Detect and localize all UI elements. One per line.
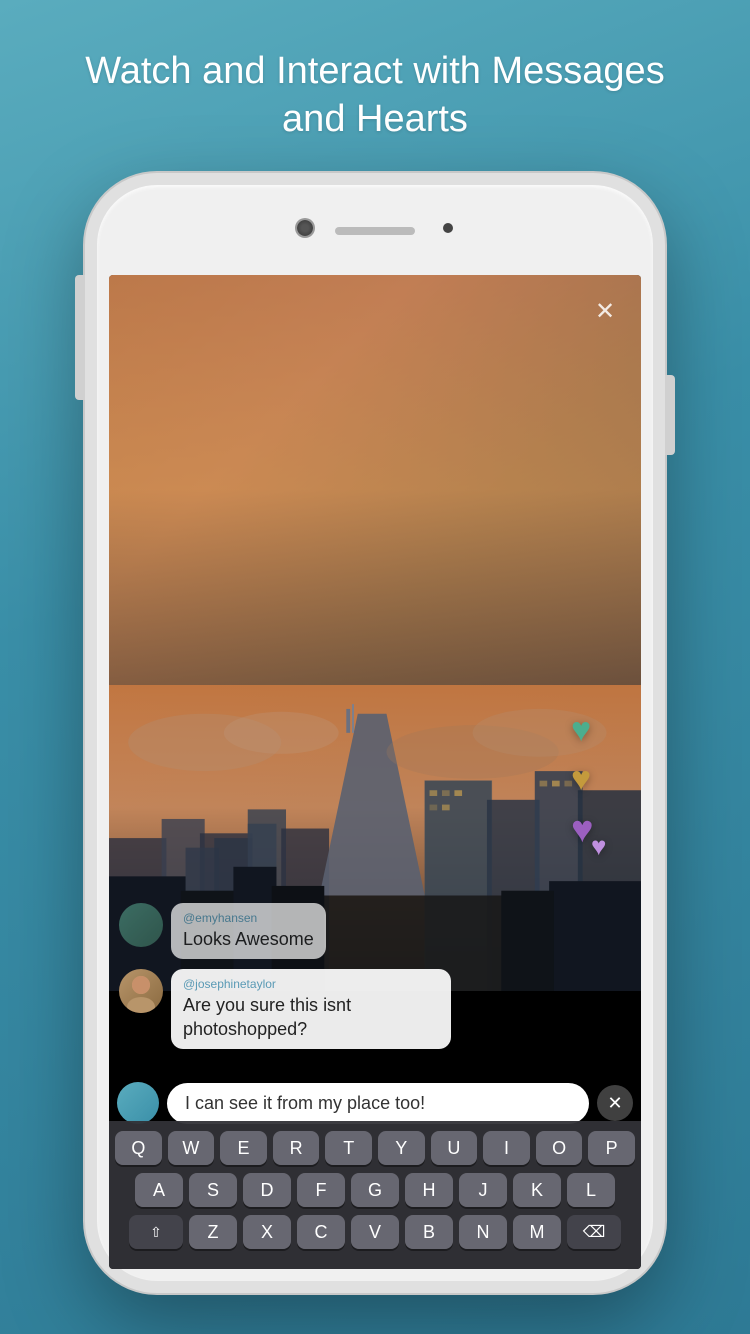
keyboard-row-2: A S D F G H J K L [115, 1173, 635, 1207]
key-D[interactable]: D [243, 1173, 291, 1207]
heart-purple-small[interactable]: ♥ [591, 831, 606, 862]
key-backspace[interactable]: ⌫ [567, 1215, 621, 1249]
key-A[interactable]: A [135, 1173, 183, 1207]
speaker [335, 227, 415, 235]
front-camera [297, 220, 313, 236]
key-V[interactable]: V [351, 1215, 399, 1249]
username-1: @emyhansen [183, 911, 314, 925]
avatar-1 [119, 903, 163, 947]
input-user-avatar [117, 1082, 159, 1124]
message-bubble-1: @emyhansen Looks Awesome [119, 903, 561, 959]
phone-top-bar [97, 185, 653, 275]
keyboard: Q W E R T Y U I O P A S D F G H J K [109, 1121, 641, 1269]
message-text-2: Are you sure this isnt photoshopped? [183, 994, 439, 1041]
username-2: @josephinetaylor [183, 977, 439, 991]
key-J[interactable]: J [459, 1173, 507, 1207]
key-P[interactable]: P [588, 1131, 635, 1165]
bubble-content-2: @josephinetaylor Are you sure this isnt … [171, 969, 451, 1049]
key-E[interactable]: E [220, 1131, 267, 1165]
avatar-2 [119, 969, 163, 1013]
key-N[interactable]: N [459, 1215, 507, 1249]
keyboard-row-3: ⇧ Z X C V B N M ⌫ [115, 1215, 635, 1249]
key-T[interactable]: T [325, 1131, 372, 1165]
heart-green[interactable]: ♥ [571, 711, 621, 750]
phone-shell: ✕ ♥ ♥ ♥ ♥ @emyhansen Looks Awesome [85, 173, 665, 1293]
key-shift[interactable]: ⇧ [129, 1215, 183, 1249]
key-U[interactable]: U [431, 1131, 478, 1165]
key-H[interactable]: H [405, 1173, 453, 1207]
key-I[interactable]: I [483, 1131, 530, 1165]
input-close-button[interactable]: ✕ [597, 1085, 633, 1121]
phone-screen: ✕ ♥ ♥ ♥ ♥ @emyhansen Looks Awesome [109, 275, 641, 1269]
key-B[interactable]: B [405, 1215, 453, 1249]
key-S[interactable]: S [189, 1173, 237, 1207]
hearts-container: ♥ ♥ ♥ ♥ [571, 711, 621, 864]
key-L[interactable]: L [567, 1173, 615, 1207]
messages-area: @emyhansen Looks Awesome @josephinetaylo… [119, 903, 561, 1059]
key-Q[interactable]: Q [115, 1131, 162, 1165]
input-bar: I can see it from my place too! ✕ [117, 1082, 633, 1124]
keyboard-row-1: Q W E R T Y U I O P [115, 1131, 635, 1165]
message-text-1: Looks Awesome [183, 928, 314, 951]
city-background [109, 275, 641, 991]
key-O[interactable]: O [536, 1131, 583, 1165]
heart-gold[interactable]: ♥ [571, 760, 621, 799]
key-X[interactable]: X [243, 1215, 291, 1249]
key-C[interactable]: C [297, 1215, 345, 1249]
key-F[interactable]: F [297, 1173, 345, 1207]
message-input[interactable]: I can see it from my place too! [167, 1083, 589, 1124]
bubble-content-1: @emyhansen Looks Awesome [171, 903, 326, 959]
key-R[interactable]: R [273, 1131, 320, 1165]
close-button[interactable]: ✕ [587, 293, 623, 329]
key-G[interactable]: G [351, 1173, 399, 1207]
key-Y[interactable]: Y [378, 1131, 425, 1165]
key-K[interactable]: K [513, 1173, 561, 1207]
page-title: Watch and Interact with Messages and Hea… [0, 48, 750, 143]
key-Z[interactable]: Z [189, 1215, 237, 1249]
sensor [443, 223, 453, 233]
message-bubble-2: @josephinetaylor Are you sure this isnt … [119, 969, 561, 1049]
key-W[interactable]: W [168, 1131, 215, 1165]
key-M[interactable]: M [513, 1215, 561, 1249]
